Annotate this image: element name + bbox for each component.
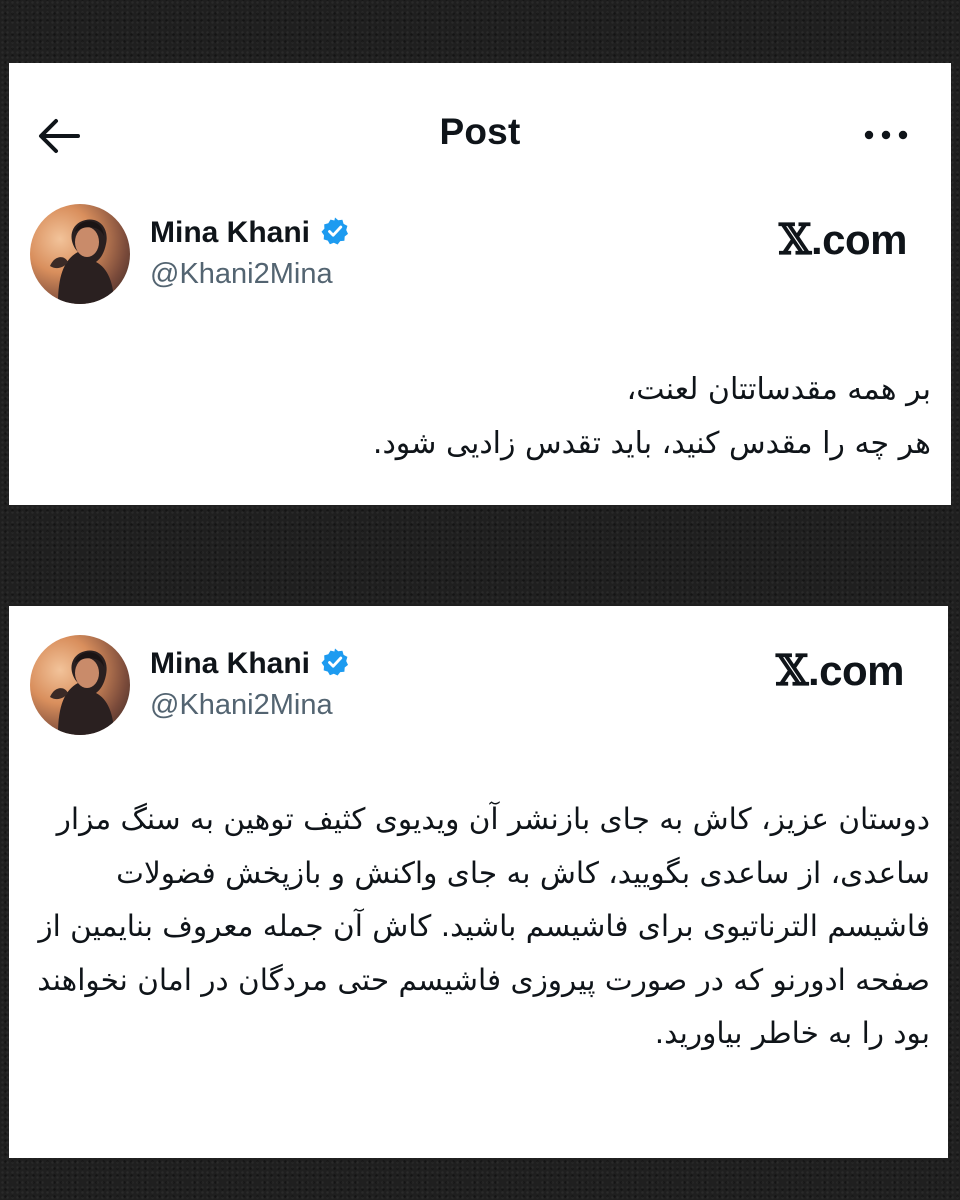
avatar[interactable] [30,204,130,304]
name-line: Mina Khani [150,216,350,250]
verified-badge-icon [321,648,349,676]
author-block[interactable]: Mina Khani @Khani2Mina [30,635,630,735]
x-logo-domain: .com [807,647,905,694]
post-text: بر همه مقدساتتان لعنت، هر چه را مقدس کنی… [372,372,931,461]
verified-badge-icon [321,217,349,245]
post-header: Post [9,63,951,203]
x-logo-mark: 𝕏 [775,646,809,695]
avatar[interactable] [30,635,130,735]
author-block[interactable]: Mina Khani @Khani2Mina [30,204,630,304]
avatar-portrait [50,219,114,304]
post-text: دوستان عزیز، کاش به جای بازنشر آن ویدیوی… [37,802,930,1050]
user-handle[interactable]: @Khani2Mina [150,689,333,722]
x-logo: 𝕏.com [778,215,908,264]
post-card: Post Mina Khani @Khani2Mina 𝕏.com بر همه [9,63,951,505]
display-name[interactable]: Mina Khani [150,647,310,680]
avatar-portrait [50,650,114,735]
x-logo-domain: .com [810,216,908,263]
x-logo-mark: 𝕏 [778,215,812,264]
x-logo: 𝕏.com [775,646,905,695]
display-name[interactable]: Mina Khani [150,216,310,249]
user-handle[interactable]: @Khani2Mina [150,258,333,291]
name-line: Mina Khani [150,647,350,681]
page-title: Post [439,111,521,152]
post-card: Mina Khani @Khani2Mina 𝕏.com دوستان عزیز… [9,606,948,1158]
more-horizontal-icon[interactable] [861,125,911,145]
